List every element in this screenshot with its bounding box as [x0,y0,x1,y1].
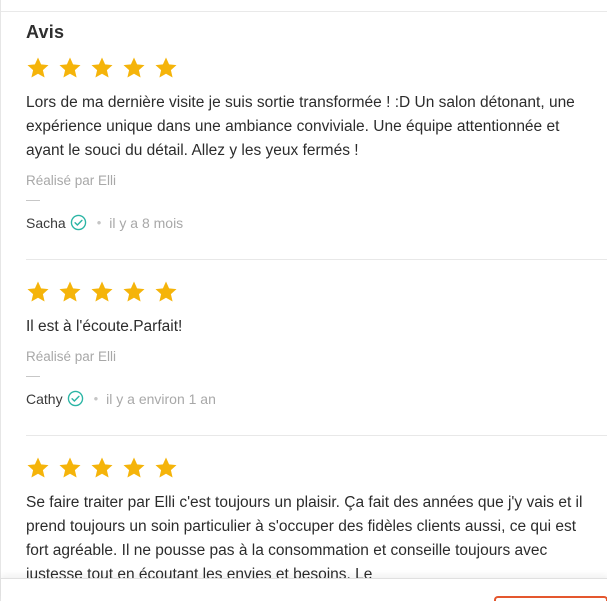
star-icon [155,281,177,302]
star-rating [26,280,586,306]
review-author: Sacha [26,214,66,231]
star-icon [59,281,81,302]
star-icon [59,57,81,78]
verified-check-icon [70,214,86,231]
divider-dash [26,376,40,377]
verified-check-icon [67,390,83,407]
divider-dash [26,200,40,201]
meta-separator-dot: • [93,391,99,406]
star-icon [91,57,113,78]
star-icon [123,281,145,302]
review-text: Lors de ma dernière visite je suis sorti… [26,94,575,159]
section-title: Avis [26,22,65,42]
review-separator [26,435,607,436]
review-meta: Sacha • il y a 8 mois [26,214,586,231]
review-text: Se faire traiter par Elli c'est toujours… [26,494,583,583]
review-item: Il est à l'écoute.Parfait! Réalisé par E… [26,280,586,407]
review-author: Cathy [26,390,63,407]
review-service: Réalisé par Elli [26,173,117,188]
review-item: Lors de ma dernière visite je suis sorti… [26,56,586,231]
star-icon [91,457,113,478]
star-icon [27,457,49,478]
review-item: Se faire traiter par Elli c'est toujours… [26,456,586,587]
review-separator [26,259,607,260]
reviews-panel: Avis Lors de ma dernière visite je suis … [0,0,607,602]
star-icon [59,457,81,478]
star-icon [155,457,177,478]
star-rating [26,56,586,82]
review-date: il y a 8 mois [109,214,184,231]
star-icon [123,57,145,78]
meta-separator-dot: • [96,215,102,230]
star-icon [155,57,177,78]
review-date: il y a environ 1 an [106,390,216,407]
star-icon [123,457,145,478]
review-text: Il est à l'écoute.Parfait! [26,318,183,335]
review-service: Réalisé par Elli [26,349,117,364]
review-meta: Cathy • il y a environ 1 an [26,390,586,407]
star-icon [91,281,113,302]
book-button[interactable] [494,596,607,601]
star-icon [27,57,49,78]
star-rating [26,456,586,482]
top-divider [1,11,607,12]
star-icon [27,281,49,302]
